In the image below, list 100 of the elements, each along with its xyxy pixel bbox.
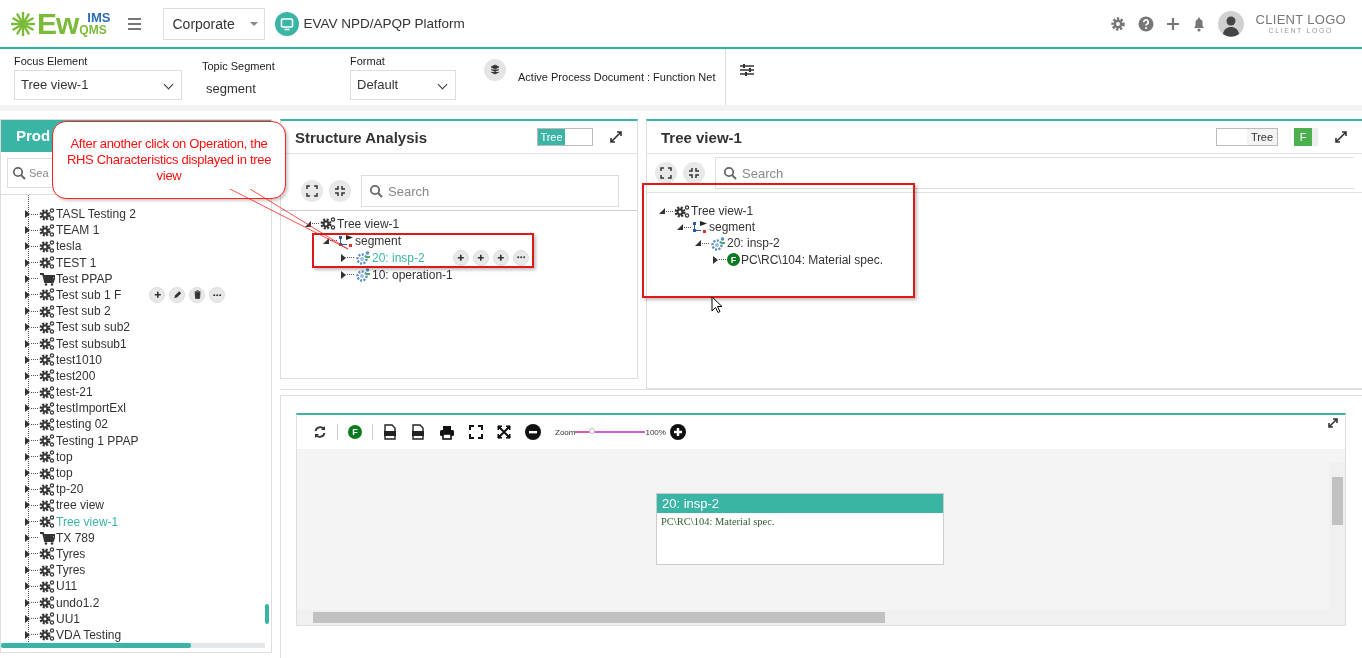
collapse-icon[interactable] bbox=[323, 237, 329, 244]
collapse-icon[interactable] bbox=[695, 240, 701, 247]
layers-icon[interactable] bbox=[484, 59, 506, 81]
settings-icon[interactable] bbox=[1109, 15, 1126, 32]
avatar-icon[interactable] bbox=[1217, 10, 1244, 37]
segment-icon bbox=[692, 220, 708, 235]
tree-node[interactable]: 10: operation-1 bbox=[372, 267, 453, 282]
tree-node[interactable]: 20: insp-2 bbox=[727, 236, 780, 251]
bell-icon[interactable] bbox=[1191, 15, 1206, 32]
file-icon[interactable] bbox=[411, 424, 425, 440]
tree-node[interactable]: Tyres bbox=[56, 546, 86, 561]
tree-node[interactable]: top bbox=[56, 466, 73, 481]
expand-icon[interactable] bbox=[713, 255, 718, 264]
search-field[interactable]: Search bbox=[361, 175, 619, 207]
expand-icon[interactable] bbox=[1334, 130, 1348, 144]
tree-node[interactable]: Test sub 2 bbox=[56, 304, 111, 319]
gears-icon bbox=[39, 336, 55, 352]
field-label: Format bbox=[350, 54, 386, 67]
tree-node[interactable]: Tree view-1 bbox=[337, 216, 400, 231]
tree-node[interactable]: testing 02 bbox=[56, 417, 109, 432]
pencil-icon bbox=[173, 291, 182, 299]
collapse-icon[interactable] bbox=[305, 220, 311, 227]
tree-node[interactable]: test-21 bbox=[56, 385, 93, 400]
gears-icon bbox=[39, 222, 55, 238]
tree-node[interactable]: Test subsub1 bbox=[56, 336, 127, 351]
tree-node[interactable]: top bbox=[56, 449, 73, 464]
zoom-out-icon[interactable] bbox=[525, 424, 541, 440]
refresh-icon[interactable] bbox=[313, 425, 327, 439]
scrollbar[interactable] bbox=[1329, 463, 1345, 610]
tree-node[interactable]: testImportExl bbox=[56, 401, 127, 416]
tree-node[interactable]: Testing 1 PPAP bbox=[56, 433, 139, 448]
tree-node[interactable]: U11 bbox=[56, 579, 78, 594]
panel-title: Tree view-1 bbox=[661, 128, 742, 146]
fullscreen-icon[interactable] bbox=[469, 425, 483, 439]
edit-button[interactable] bbox=[169, 286, 186, 303]
view-toggle[interactable]: Tree bbox=[1216, 128, 1278, 146]
expand-icon[interactable] bbox=[341, 270, 346, 279]
tree-node[interactable]: Test sub 1 F bbox=[56, 287, 122, 302]
tree-node[interactable]: segment bbox=[355, 233, 402, 248]
add-button[interactable] bbox=[149, 286, 166, 303]
cart-icon bbox=[39, 271, 55, 286]
tree-node[interactable]: tp-20 bbox=[56, 482, 84, 497]
fit-icon[interactable] bbox=[497, 425, 511, 439]
cursor-icon bbox=[711, 296, 723, 314]
slider-thumb[interactable] bbox=[588, 428, 595, 434]
tree-node[interactable]: TASL Testing 2 bbox=[56, 207, 136, 222]
search-icon bbox=[369, 184, 383, 198]
scrollbar-thumb[interactable] bbox=[1, 643, 191, 648]
tree-node[interactable]: TX 789 bbox=[56, 530, 95, 545]
collapse-icon[interactable] bbox=[659, 208, 665, 215]
expand-all-button[interactable] bbox=[655, 162, 677, 184]
filter-button[interactable]: F bbox=[348, 425, 362, 439]
gears-icon bbox=[39, 206, 55, 222]
scrollbar[interactable] bbox=[297, 610, 1345, 625]
company-select[interactable]: Corporate bbox=[163, 7, 266, 40]
add-button[interactable] bbox=[452, 249, 469, 266]
expand-all-button[interactable] bbox=[301, 180, 323, 202]
collapse-all-button[interactable] bbox=[683, 162, 705, 184]
search-field[interactable]: Search bbox=[715, 157, 1354, 189]
logo-text: Ew bbox=[37, 8, 79, 39]
diagram-node[interactable]: 20: insp-2 PC\RC\104: Material spec. bbox=[656, 493, 944, 565]
trash-icon bbox=[193, 290, 201, 300]
tree-node[interactable]: test1010 bbox=[56, 352, 103, 367]
tree-node[interactable]: Tree view-1 bbox=[691, 204, 754, 219]
delete-button[interactable] bbox=[189, 286, 206, 303]
gears-icon bbox=[39, 595, 55, 611]
sliders-icon[interactable] bbox=[740, 64, 755, 76]
tree-node[interactable]: PC\RC\104: Material spec. bbox=[741, 252, 884, 267]
tree-node[interactable]: undo1.2 bbox=[56, 595, 100, 610]
collapse-icon[interactable] bbox=[677, 224, 683, 231]
tree-node[interactable]: tesla bbox=[56, 239, 82, 254]
add-button[interactable] bbox=[472, 249, 489, 266]
print-icon[interactable] bbox=[439, 424, 455, 440]
scrollbar-thumb[interactable] bbox=[265, 604, 269, 624]
file-icon[interactable] bbox=[383, 424, 397, 440]
tree-node[interactable]: Tyres bbox=[56, 563, 86, 578]
zoom-in-icon[interactable] bbox=[669, 424, 686, 440]
dropdown[interactable]: Tree view-1 bbox=[14, 69, 182, 100]
tree-node[interactable]: TEST 1 bbox=[56, 255, 97, 270]
expand-icon[interactable] bbox=[1327, 417, 1339, 429]
tree-node[interactable]: test200 bbox=[56, 368, 96, 383]
tree-node[interactable]: VDA Testing bbox=[56, 627, 122, 642]
platform-title: EVAV NPD/APQP Platform bbox=[303, 16, 465, 31]
tree-node[interactable]: Test PPAP bbox=[56, 271, 113, 286]
tree-node[interactable]: UU1 bbox=[56, 611, 80, 626]
tree-node[interactable]: tree view bbox=[56, 498, 105, 513]
more-button[interactable] bbox=[209, 286, 226, 303]
add-button[interactable] bbox=[492, 249, 509, 266]
add-icon[interactable] bbox=[1165, 16, 1180, 31]
search-field[interactable]: Sea bbox=[7, 157, 52, 188]
tree-node[interactable]: TEAM 1 bbox=[56, 223, 100, 238]
expand-icon[interactable] bbox=[609, 130, 623, 144]
collapse-all-button[interactable] bbox=[329, 180, 351, 202]
expand-icon[interactable] bbox=[341, 253, 346, 262]
menu-icon[interactable] bbox=[128, 17, 142, 30]
help-icon[interactable] bbox=[1137, 15, 1154, 32]
tree-node[interactable]: segment bbox=[709, 220, 756, 235]
tree-node[interactable]: Test sub sub2 bbox=[56, 320, 131, 335]
more-button[interactable] bbox=[512, 249, 529, 266]
dropdown[interactable]: Default bbox=[350, 69, 456, 100]
